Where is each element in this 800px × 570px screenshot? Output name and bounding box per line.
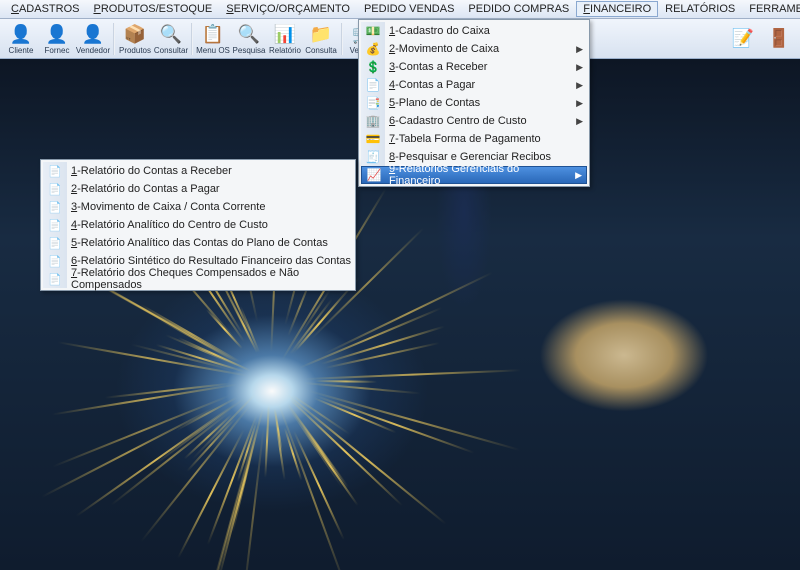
toolbar-fornec[interactable]: 👤Fornec	[39, 20, 75, 58]
report-icon: 📄	[47, 163, 63, 179]
toolbar-menu os[interactable]: 📋Menu OS	[195, 20, 231, 58]
submenu-item-label: 3-Movimento de Caixa / Conta Corrente	[71, 201, 265, 213]
menu-item-label: 2-Movimento de Caixa	[389, 43, 499, 55]
menu-item-label: 6-Cadastro Centro de Custo	[389, 115, 527, 127]
dropdown-item-7[interactable]: 💳 7-Tabela Forma de Pagamento	[361, 130, 587, 148]
menu-item-icon: 🧾	[365, 149, 381, 165]
submenu-item-label: 5-Relatório Analítico das Contas do Plan…	[71, 237, 328, 249]
submenu-item-3[interactable]: 📄 3-Movimento de Caixa / Conta Corrente	[43, 198, 353, 216]
cliente-icon: 👤	[9, 23, 33, 47]
relatório-icon: 📊	[273, 23, 297, 47]
financeiro-dropdown: 💵 1-Cadastro do Caixa 💰 2-Movimento de Caix…	[358, 19, 590, 187]
dropdown-item-3[interactable]: 💲 3-Contas a Receber ▶	[361, 58, 587, 76]
submenu-item-label: 4-Relatório Analítico do Centro de Custo	[71, 219, 268, 231]
consulta-icon: 📁	[309, 23, 333, 47]
toolbar-pesquisa[interactable]: 🔍Pesquisa	[231, 20, 267, 58]
relatorios-gerenciais-submenu: 📄 1-Relatório do Contas a Receber 📄 2-Relat…	[40, 159, 356, 291]
toolbar-right-button[interactable]: 📝	[725, 20, 761, 58]
submenu-item-5[interactable]: 📄 5-Relatório Analítico das Contas do Pla…	[43, 234, 353, 252]
menu-item-label: 9-Relatórios Gerenciais do Financeiro	[389, 163, 571, 187]
menu-item-label: 5-Plano de Contas	[389, 97, 480, 109]
toolbar-consultar[interactable]: 🔍Consultar	[153, 20, 189, 58]
dropdown-item-1[interactable]: 💵 1-Cadastro do Caixa	[361, 22, 587, 40]
menu-item-icon: 💳	[365, 131, 381, 147]
vendedor-icon: 👤	[81, 23, 105, 47]
toolbar-separator	[191, 23, 193, 55]
menu-produtos-estoque[interactable]: PRODUTOS/ESTOQUE	[86, 1, 219, 17]
submenu-arrow-icon: ▶	[576, 98, 583, 109]
toolbar-right-button[interactable]: 🚪	[761, 20, 797, 58]
toolbar-produtos[interactable]: 📦Produtos	[117, 20, 153, 58]
menubar: CADASTROSPRODUTOS/ESTOQUESERVIÇO/ORÇAMEN…	[0, 0, 800, 19]
menu-item-icon: 💵	[365, 23, 381, 39]
toolbar-separator	[113, 23, 115, 55]
submenu-arrow-icon: ▶	[575, 170, 582, 181]
menu-financeiro[interactable]: FINANCEIRO	[576, 1, 658, 17]
menu-item-label: 3-Contas a Receber	[389, 61, 487, 73]
menu-item-label: 1-Cadastro do Caixa	[389, 25, 490, 37]
dropdown-item-9[interactable]: 📈 9-Relatórios Gerenciais do Financeiro ▶	[361, 166, 587, 184]
toolbar-right-icon: 🚪	[767, 27, 791, 51]
submenu-item-label: 2-Relatório do Contas a Pagar	[71, 183, 220, 195]
toolbar-consulta[interactable]: 📁Consulta	[303, 20, 339, 58]
fornec-icon: 👤	[45, 23, 69, 47]
report-icon: 📄	[47, 217, 63, 233]
dropdown-item-2[interactable]: 💰 2-Movimento de Caixa ▶	[361, 40, 587, 58]
submenu-item-label: 7-Relatório dos Cheques Compensados e Nã…	[71, 267, 353, 291]
toolbar-label: Produtos	[119, 46, 151, 55]
report-icon: 📄	[47, 181, 63, 197]
menu-item-icon: 📈	[366, 167, 382, 183]
submenu-item-1[interactable]: 📄 1-Relatório do Contas a Receber	[43, 162, 353, 180]
menu-item-label: 7-Tabela Forma de Pagamento	[389, 133, 541, 145]
toolbar-label: Menu OS	[196, 46, 230, 55]
menu-ferramentas[interactable]: FERRAMENTAS	[742, 1, 800, 17]
toolbar-label: Relatório	[269, 46, 301, 55]
menu-pedido-vendas[interactable]: PEDIDO VENDAS	[357, 1, 461, 17]
menu-servi-o-or-amento[interactable]: SERVIÇO/ORÇAMENTO	[219, 1, 357, 17]
menu-relat-rios[interactable]: RELATÓRIOS	[658, 1, 742, 17]
submenu-item-label: 6-Relatório Sintético do Resultado Finan…	[71, 255, 351, 267]
toolbar-label: Consultar	[154, 46, 188, 55]
report-icon: 📄	[47, 235, 63, 251]
submenu-item-4[interactable]: 📄 4-Relatório Analítico do Centro de Cust…	[43, 216, 353, 234]
menu-item-label: 8-Pesquisar e Gerenciar Recibos	[389, 151, 551, 163]
menu-item-label: 4-Contas a Pagar	[389, 79, 475, 91]
report-icon: 📄	[47, 199, 63, 215]
menu os-icon: 📋	[201, 23, 225, 47]
report-icon: 📄	[47, 253, 63, 269]
menu-item-icon: 🏢	[365, 113, 381, 129]
menu-item-icon: 💰	[365, 41, 381, 57]
submenu-item-2[interactable]: 📄 2-Relatório do Contas a Pagar	[43, 180, 353, 198]
dropdown-item-4[interactable]: 📄 4-Contas a Pagar ▶	[361, 76, 587, 94]
pesquisa-icon: 🔍	[237, 23, 261, 47]
toolbar-separator	[341, 23, 343, 55]
report-icon: 📄	[47, 271, 63, 287]
toolbar-right-icon: 📝	[731, 27, 755, 51]
submenu-arrow-icon: ▶	[576, 44, 583, 55]
menu-pedido-compras[interactable]: PEDIDO COMPRAS	[461, 1, 576, 17]
toolbar-vendedor[interactable]: 👤Vendedor	[75, 20, 111, 58]
toolbar-relatório[interactable]: 📊Relatório	[267, 20, 303, 58]
toolbar-label: Consulta	[305, 46, 337, 55]
menu-item-icon: 📑	[365, 95, 381, 111]
menu-item-icon: 📄	[365, 77, 381, 93]
dropdown-item-6[interactable]: 🏢 6-Cadastro Centro de Custo ▶	[361, 112, 587, 130]
menu-cadastros[interactable]: CADASTROS	[4, 1, 86, 17]
toolbar-label: Cliente	[9, 46, 34, 55]
toolbar-label: Vendedor	[76, 46, 110, 55]
submenu-arrow-icon: ▶	[576, 62, 583, 73]
toolbar-label: Fornec	[45, 46, 70, 55]
submenu-arrow-icon: ▶	[576, 80, 583, 91]
menu-item-icon: 💲	[365, 59, 381, 75]
toolbar-label: Pesquisa	[233, 46, 266, 55]
submenu-arrow-icon: ▶	[576, 116, 583, 127]
consultar-icon: 🔍	[159, 23, 183, 47]
toolbar-cliente[interactable]: 👤Cliente	[3, 20, 39, 58]
dropdown-item-5[interactable]: 📑 5-Plano de Contas ▶	[361, 94, 587, 112]
submenu-item-label: 1-Relatório do Contas a Receber	[71, 165, 232, 177]
produtos-icon: 📦	[123, 23, 147, 47]
submenu-item-7[interactable]: 📄 7-Relatório dos Cheques Compensados e N…	[43, 270, 353, 288]
